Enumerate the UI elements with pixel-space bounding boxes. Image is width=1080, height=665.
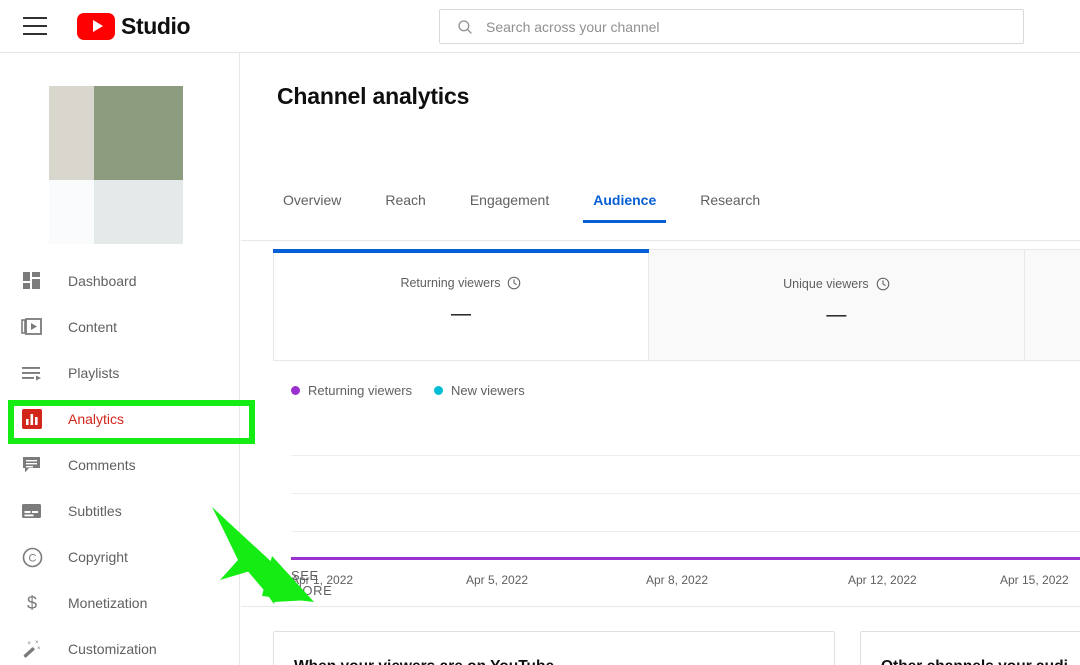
sidebar-item-label: Comments	[68, 457, 136, 473]
sidebar-item-content[interactable]: Content	[0, 304, 240, 350]
chart-gridline	[291, 455, 1080, 456]
sidebar: Dashboard Content Playlists Analytics Co…	[0, 53, 240, 665]
metric-title: Unique viewers	[783, 277, 869, 291]
legend-swatch-returning	[291, 385, 300, 395]
magic-wand-icon: × × ×	[20, 637, 44, 661]
chart-plot-area: Apr 1, 2022 Apr 5, 2022 Apr 8, 2022 Apr …	[291, 413, 1080, 587]
svg-text:$: $	[27, 593, 37, 613]
subtitles-icon	[20, 499, 44, 523]
legend-label: Returning viewers	[308, 382, 413, 398]
svg-text:×: ×	[37, 646, 41, 652]
logo-text: Studio	[121, 12, 191, 39]
sidebar-item-label: Content	[68, 319, 118, 335]
tabs-divider	[241, 240, 1080, 241]
card-title: When your viewers are on YouTube	[294, 658, 834, 665]
top-header: Studio	[0, 0, 1080, 53]
sidebar-item-label: Dashboard	[68, 273, 137, 289]
tab-audience[interactable]: Audience	[583, 192, 667, 223]
video-content-icon	[20, 315, 44, 339]
search-icon	[458, 19, 472, 34]
chart-legend: Returning viewers New viewers	[273, 373, 1080, 407]
sidebar-item-customization[interactable]: × × × Customization	[0, 626, 240, 665]
channel-avatar[interactable]	[49, 86, 183, 244]
chart-x-axis: Apr 1, 2022 Apr 5, 2022 Apr 8, 2022 Apr …	[291, 573, 1080, 591]
sidebar-item-analytics[interactable]: Analytics	[0, 396, 240, 442]
x-tick-label: Apr 12, 2022	[848, 573, 917, 587]
sidebar-item-label: Customization	[68, 641, 157, 657]
see-more-link[interactable]: SEE MORE	[291, 568, 332, 598]
sidebar-item-playlists[interactable]: Playlists	[0, 350, 240, 396]
legend-label: New viewers	[451, 382, 525, 398]
audience-chart: Returning viewers New viewers Apr 1, 202…	[273, 373, 1080, 587]
tab-reach[interactable]: Reach	[375, 192, 435, 223]
sidebar-item-subtitles[interactable]: Subtitles	[0, 488, 240, 534]
sidebar-item-comments[interactable]: Comments	[0, 442, 240, 488]
sidebar-item-monetization[interactable]: $ Monetization	[0, 580, 240, 626]
svg-text:×: ×	[28, 641, 32, 647]
sidebar-item-label: Analytics	[68, 411, 125, 427]
legend-item-returning-viewers[interactable]: Returning viewers	[291, 383, 412, 398]
hamburger-menu-icon[interactable]	[23, 17, 47, 35]
studio-logo[interactable]: Studio	[77, 12, 191, 40]
youtube-play-icon	[77, 12, 115, 40]
card-title: Other channels your audi	[881, 658, 1080, 665]
search-input[interactable]	[486, 18, 1023, 35]
chart-gridline	[291, 493, 1080, 494]
sidebar-item-label: Subtitles	[68, 503, 122, 519]
dollar-sign-icon: $	[20, 591, 44, 615]
metric-card-unique-viewers[interactable]: Unique viewers —	[648, 249, 1025, 361]
metric-card-partial[interactable]	[1024, 249, 1080, 361]
clock-icon	[508, 276, 521, 290]
tab-overview[interactable]: Overview	[273, 192, 351, 223]
metric-title: Returning viewers	[400, 276, 501, 290]
sidebar-item-copyright[interactable]: C Copyright	[0, 534, 240, 580]
sidebar-nav: Dashboard Content Playlists Analytics Co…	[0, 258, 240, 665]
metric-card-returning-viewers[interactable]: Returning viewers —	[273, 249, 649, 361]
search-bar[interactable]	[439, 9, 1024, 44]
section-divider	[241, 606, 1080, 607]
main-content: Channel analytics Overview Reach Engagem…	[241, 53, 1080, 665]
sidebar-item-label: Copyright	[68, 549, 128, 565]
x-tick-label: Apr 5, 2022	[466, 573, 529, 587]
card-when-viewers-on-youtube[interactable]: When your viewers are on YouTube Your lo…	[273, 631, 835, 665]
x-tick-label: Apr 8, 2022	[646, 573, 709, 587]
analytics-tabs: Overview Reach Engagement Audience Resea…	[273, 185, 794, 223]
page-title: Channel analytics	[277, 83, 470, 109]
insight-cards: When your viewers are on YouTube Your lo…	[273, 631, 1080, 665]
tab-engagement[interactable]: Engagement	[460, 192, 559, 223]
sidebar-item-label: Playlists	[68, 365, 120, 381]
copyright-icon: C	[20, 545, 44, 569]
clock-icon	[876, 277, 889, 291]
metric-cards: Returning viewers — Unique viewers —	[273, 249, 1080, 361]
tab-research[interactable]: Research	[690, 192, 770, 223]
card-other-channels[interactable]: Other channels your audi Last 28 days	[860, 631, 1080, 665]
legend-swatch-new	[434, 385, 444, 395]
metric-value: —	[826, 304, 847, 326]
chart-gridline	[291, 531, 1080, 532]
playlist-lines-icon	[20, 361, 44, 385]
chart-series-line-returning	[291, 557, 1080, 560]
sidebar-item-dashboard[interactable]: Dashboard	[0, 258, 240, 304]
dashboard-grid-icon	[20, 269, 44, 293]
analytics-bar-icon	[20, 407, 44, 431]
sidebar-item-label: Monetization	[68, 595, 148, 611]
comment-bubble-icon	[20, 453, 44, 477]
x-tick-label: Apr 15, 2022	[1000, 573, 1069, 587]
legend-item-new-viewers[interactable]: New viewers	[434, 383, 525, 398]
svg-text:C: C	[28, 552, 36, 564]
metric-value: —	[450, 303, 471, 325]
youtube-studio-window: Studio Search across your channel Dashbo…	[0, 0, 1080, 665]
